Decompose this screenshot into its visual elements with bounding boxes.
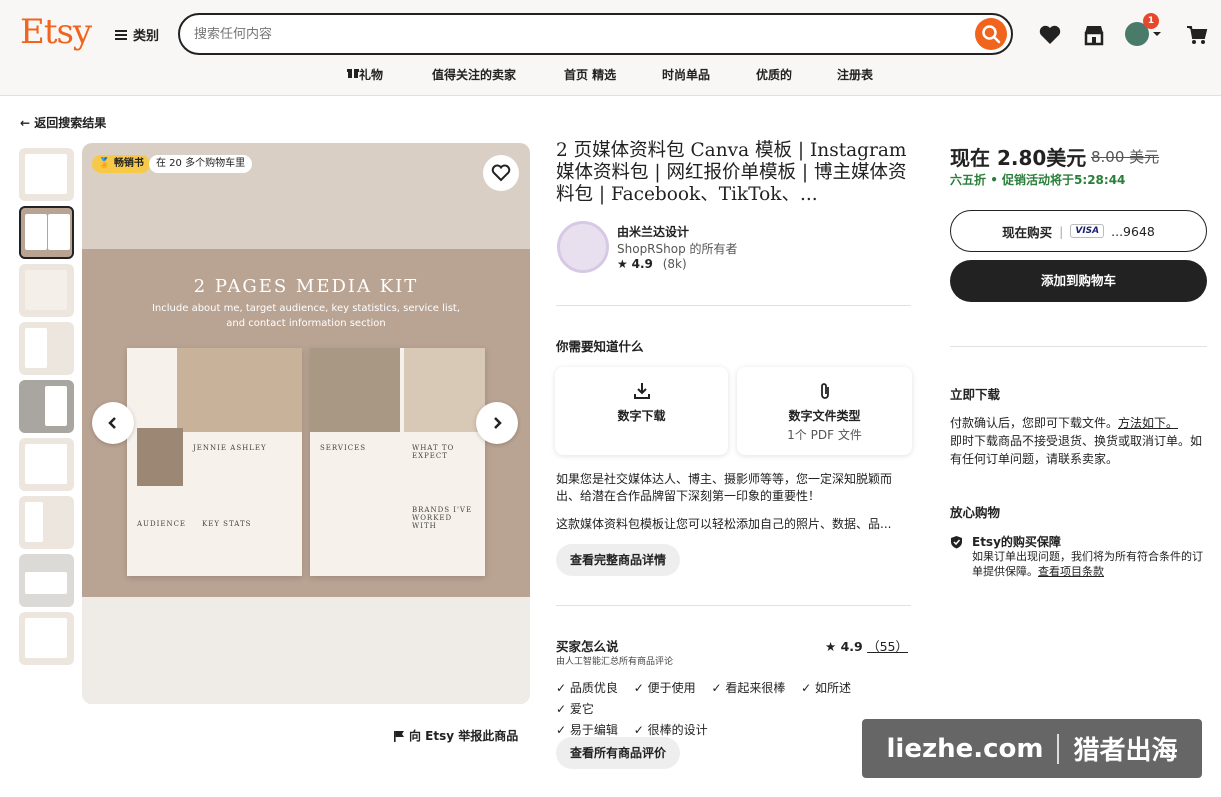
- instant-download-text: 付款确认后，您即可下载文件。方法如下。 即时下载商品不接受退货、换货或取消订单。…: [950, 416, 1203, 466]
- review-tag: ✓ 便于使用: [633, 681, 696, 695]
- nav-quality[interactable]: 优质的: [756, 66, 792, 83]
- gallery-thumbnail[interactable]: [19, 380, 74, 433]
- nav-gifts[interactable]: 礼物: [347, 66, 383, 82]
- report-item-link[interactable]: 向 Etsy 举报此商品: [393, 727, 518, 744]
- current-price: 现在 2.80美元: [950, 146, 1087, 170]
- next-image-button[interactable]: [476, 402, 518, 444]
- shop-name[interactable]: 由米兰达设计: [617, 223, 689, 240]
- shop-rating: ★ 4.9 (8k): [617, 257, 687, 271]
- gallery-thumbnail-selected[interactable]: [19, 206, 74, 259]
- review-tag: ✓ 如所述: [801, 681, 852, 695]
- chevron-right-icon: [494, 417, 502, 429]
- nav-home-picks[interactable]: 首页 精选: [564, 66, 616, 83]
- chevron-down-icon: [1153, 32, 1161, 36]
- media-kit-page-1: JENNIE ASHLEY AUDIENCE KEY STATS: [127, 348, 302, 576]
- gallery-thumbnail[interactable]: [19, 438, 74, 491]
- product-main-image: 2 PAGES MEDIA KIT Include about me, targ…: [82, 143, 530, 704]
- reviews-rating[interactable]: ★ 4.9 （55）: [825, 636, 908, 655]
- notification-badge: 1: [1143, 13, 1159, 29]
- paperclip-icon: [821, 383, 829, 399]
- image-headline: 2 PAGES MEDIA KIT: [193, 276, 419, 297]
- watermark: liezhe.com 猎者出海: [862, 719, 1202, 778]
- favorites-heart-icon[interactable]: [1037, 22, 1063, 48]
- in-carts-badge: 在 20 多个购物车里: [149, 155, 253, 173]
- shop-manager-icon[interactable]: [1081, 22, 1107, 48]
- review-tag: ✓ 很棒的设计: [633, 723, 708, 737]
- add-to-cart-button[interactable]: 添加到购物车: [950, 260, 1207, 302]
- media-kit-page-2: SERVICES WHAT TO EXPECT BRANDS I'VE WORK…: [310, 348, 485, 576]
- menu-icon: [115, 29, 127, 40]
- favorite-button[interactable]: [483, 155, 519, 191]
- flag-icon: [394, 730, 404, 742]
- reviews-heading: 买家怎么说: [556, 639, 619, 654]
- search-input[interactable]: [194, 24, 954, 44]
- search-button[interactable]: [975, 18, 1007, 50]
- file-type-card: 数字文件类型 1个 PDF 文件: [737, 367, 912, 455]
- chevron-left-icon: [108, 417, 116, 429]
- cart-icon[interactable]: [1184, 22, 1210, 48]
- star-icon: ★: [617, 257, 628, 271]
- description-paragraph: 这款媒体资料包模板让您可以轻松添加自己的照片、数据、品...: [556, 517, 892, 531]
- nav-fashion[interactable]: 时尚单品: [662, 66, 710, 83]
- divider: [556, 305, 911, 306]
- description-paragraph: 如果您是社交媒体达人、博主、摄影师等等，您一定深知脱颖而出、给潜在合作品牌留下深…: [556, 472, 893, 503]
- buy-now-button[interactable]: 现在购买 | VISA ...9648: [950, 210, 1207, 252]
- review-tag: ✓ 易于编辑: [556, 723, 618, 737]
- view-all-reviews-button[interactable]: 查看所有商品评价: [556, 737, 681, 769]
- view-full-details-button[interactable]: 查看完整商品详情: [556, 544, 681, 576]
- shop-avatar[interactable]: [557, 221, 609, 273]
- divider: [556, 605, 911, 606]
- nav-sellers[interactable]: 值得关注的卖家: [432, 66, 516, 83]
- bestseller-badge: 🏅 畅销书: [92, 155, 150, 173]
- reviews-ai-note: 由人工智能汇总所有商品评论: [556, 657, 674, 667]
- star-icon: ★: [825, 639, 837, 654]
- sale-info: 六五折 • 促销活动将于5:28:44: [950, 173, 1126, 187]
- purchase-protection-title: Etsy的购买保障: [972, 535, 1061, 549]
- search-bar: [178, 13, 1013, 55]
- digital-download-card: 数字下载: [555, 367, 728, 455]
- heart-outline-icon: [491, 164, 511, 182]
- original-price: 8.00 美元: [1091, 148, 1160, 166]
- how-to-link[interactable]: 方法如下。: [1118, 416, 1178, 430]
- image-subtitle: Include about me, target audience, key s…: [151, 303, 461, 329]
- previous-image-button[interactable]: [92, 402, 134, 444]
- download-icon: [634, 383, 650, 399]
- nav-registry[interactable]: 注册表: [837, 66, 873, 83]
- arrow-left-icon: ←: [20, 116, 31, 130]
- gift-icon: [347, 69, 359, 78]
- gallery-thumbnail[interactable]: [19, 612, 74, 665]
- need-to-know-heading: 你需要知道什么: [556, 339, 644, 354]
- safe-shopping-heading: 放心购物: [950, 505, 1001, 520]
- review-tag: ✓ 看起来很棒: [711, 681, 786, 695]
- site-header: Etsy 类别 1 礼物 值得关注的卖家 首页 精选 时尚单品 优: [0, 0, 1221, 96]
- review-tag: ✓ 爱它: [556, 702, 594, 716]
- gallery-thumbnail[interactable]: [19, 554, 74, 607]
- gallery-thumbnail[interactable]: [19, 322, 74, 375]
- divider: [950, 346, 1207, 347]
- instant-download-heading: 立即下载: [950, 387, 1001, 402]
- categories-label: 类别: [133, 29, 160, 44]
- purchase-protection-text: 如果订单出现问题，我们将为所有符合条件的订单提供保障。查看项目条款: [972, 550, 1203, 578]
- review-tag: ✓ 品质优良: [556, 681, 618, 695]
- categories-button[interactable]: 类别: [115, 25, 159, 44]
- product-title: 2 页媒体资料包 Canva 模板 | Instagram 媒体资料包 | 网红…: [556, 140, 907, 205]
- program-terms-link[interactable]: 查看项目条款: [1038, 565, 1104, 578]
- award-icon: 🏅: [98, 158, 111, 169]
- etsy-logo[interactable]: Etsy: [20, 12, 92, 52]
- back-to-results-link[interactable]: ← 返回搜索结果: [20, 114, 106, 131]
- purchase-panel: [936, 126, 1221, 592]
- shop-owner: ShopRShop 的所有者: [617, 242, 738, 256]
- shield-check-icon: [951, 536, 962, 549]
- search-icon: [982, 25, 1001, 44]
- gallery-thumbnail[interactable]: [19, 148, 74, 201]
- gallery-thumbnail[interactable]: [19, 496, 74, 549]
- visa-card-icon: VISA: [1070, 224, 1105, 238]
- gallery-thumbnail[interactable]: [19, 264, 74, 317]
